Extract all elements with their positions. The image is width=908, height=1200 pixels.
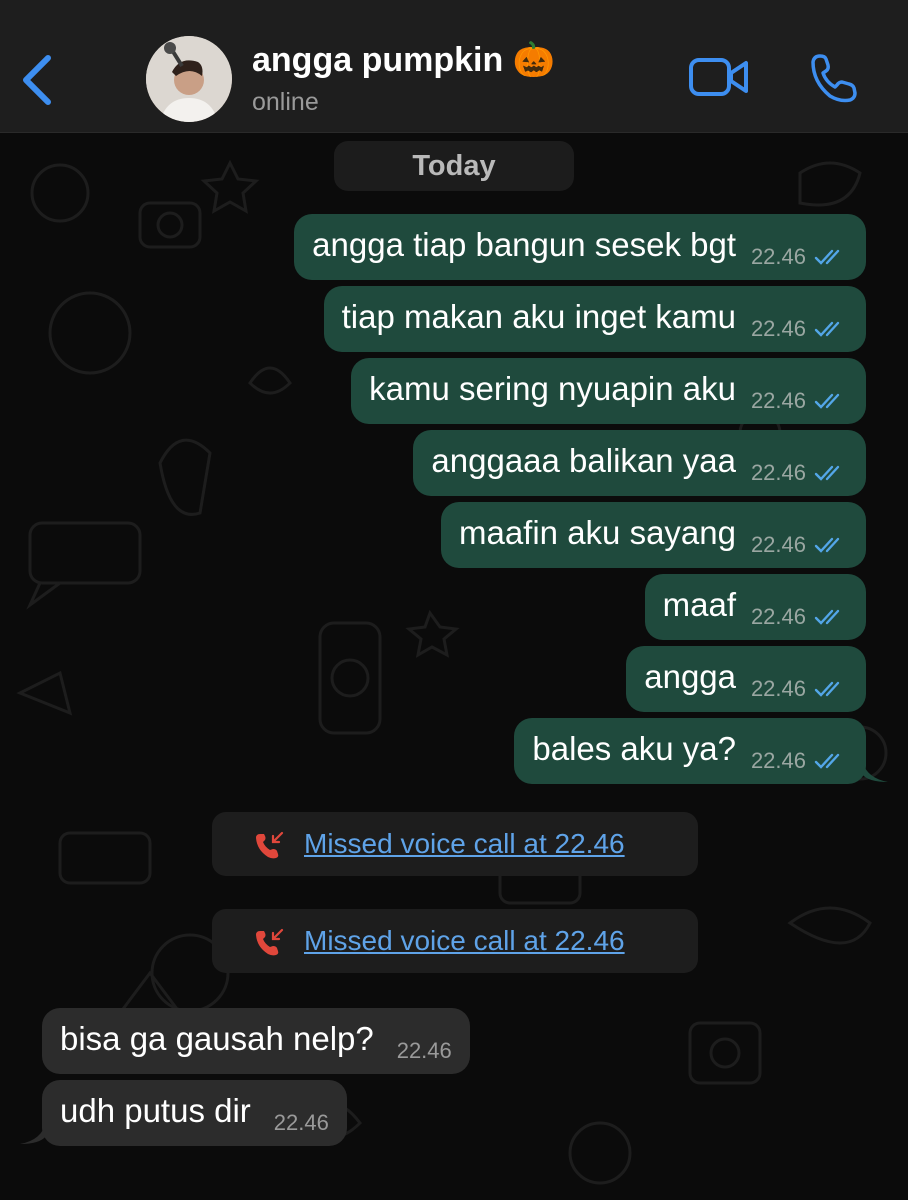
contact-status: online — [252, 88, 319, 116]
message-text: maaf — [662, 586, 736, 623]
double-check-icon — [814, 537, 840, 553]
message-time: 22.46 — [750, 604, 806, 629]
message-meta: 22.46 — [751, 532, 846, 558]
missed-call-link[interactable]: Missed voice call at 22.46 — [304, 909, 625, 973]
message-text: udh putus dir — [60, 1092, 251, 1129]
outgoing-message[interactable]: kamu sering nyuapin aku 22.46 — [351, 358, 866, 424]
outgoing-message[interactable]: maafin aku sayang 22.46 — [440, 502, 866, 568]
message-meta: 22.46 — [397, 1038, 452, 1064]
outgoing-message[interactable]: anggaaa balikan yaa 22.46 — [413, 430, 866, 496]
message-time: 22.46 — [750, 244, 806, 269]
double-check-icon — [814, 249, 840, 265]
message-text: maafin aku sayang — [458, 514, 736, 551]
avatar[interactable] — [146, 36, 232, 122]
double-check-icon — [814, 681, 840, 697]
message-meta: 22.46 — [751, 244, 846, 270]
message-meta: 22.46 — [751, 316, 846, 342]
message-meta: 22.46 — [751, 676, 846, 702]
double-check-icon — [814, 393, 840, 409]
double-check-icon — [814, 753, 840, 769]
message-text: anggaaa balikan yaa — [431, 442, 736, 479]
missed-call-notice[interactable]: Missed voice call at 22.46 — [212, 909, 698, 973]
chat-area[interactable]: Today angga tiap bangun sesek bgt 22.46 … — [0, 133, 908, 1200]
message-meta: 22.46 — [751, 460, 846, 486]
outgoing-message[interactable]: tiap makan aku inget kamu 22.46 — [323, 286, 866, 352]
message-time: 22.46 — [750, 460, 806, 485]
bubble-tail — [20, 1122, 46, 1144]
date-separator: Today — [334, 141, 574, 191]
chat-header: angga pumpkin 🎃 online — [0, 0, 908, 133]
incoming-message[interactable]: bisa ga gausah nelp? 22.46 — [42, 1008, 470, 1074]
phone-icon[interactable] — [808, 52, 860, 104]
video-camera-icon[interactable] — [688, 55, 750, 99]
message-text: angga — [644, 658, 736, 695]
message-time: 22.46 — [750, 532, 806, 557]
incoming-message[interactable]: udh putus dir 22.46 — [42, 1080, 347, 1146]
outgoing-message[interactable]: angga tiap bangun sesek bgt 22.46 — [294, 214, 866, 280]
missed-call-notice[interactable]: Missed voice call at 22.46 — [212, 812, 698, 876]
double-check-icon — [814, 609, 840, 625]
message-time: 22.46 — [750, 316, 806, 341]
outgoing-message[interactable]: angga 22.46 — [626, 646, 866, 712]
double-check-icon — [814, 465, 840, 481]
message-time: 22.46 — [273, 1110, 329, 1135]
outgoing-message[interactable]: bales aku ya? 22.46 — [514, 718, 866, 784]
back-chevron-icon[interactable] — [18, 52, 58, 108]
message-meta: 22.46 — [274, 1110, 329, 1136]
outgoing-message[interactable]: maaf 22.46 — [644, 574, 866, 640]
message-time: 22.46 — [750, 388, 806, 413]
missed-call-icon — [256, 831, 284, 859]
message-text: bales aku ya? — [532, 730, 736, 767]
message-time: 22.46 — [396, 1038, 452, 1063]
missed-call-icon — [256, 928, 284, 956]
message-time: 22.46 — [750, 748, 806, 773]
message-time: 22.46 — [750, 676, 806, 701]
message-meta: 22.46 — [751, 604, 846, 630]
message-meta: 22.46 — [751, 388, 846, 414]
message-text: angga tiap bangun sesek bgt — [312, 226, 736, 263]
bubble-tail — [862, 760, 888, 782]
double-check-icon — [814, 321, 840, 337]
contact-name[interactable]: angga pumpkin 🎃 — [252, 40, 555, 80]
message-text: tiap makan aku inget kamu — [341, 298, 736, 335]
missed-call-link[interactable]: Missed voice call at 22.46 — [304, 812, 625, 876]
message-text: kamu sering nyuapin aku — [369, 370, 736, 407]
message-text: bisa ga gausah nelp? — [60, 1020, 374, 1057]
message-meta: 22.46 — [751, 748, 846, 774]
